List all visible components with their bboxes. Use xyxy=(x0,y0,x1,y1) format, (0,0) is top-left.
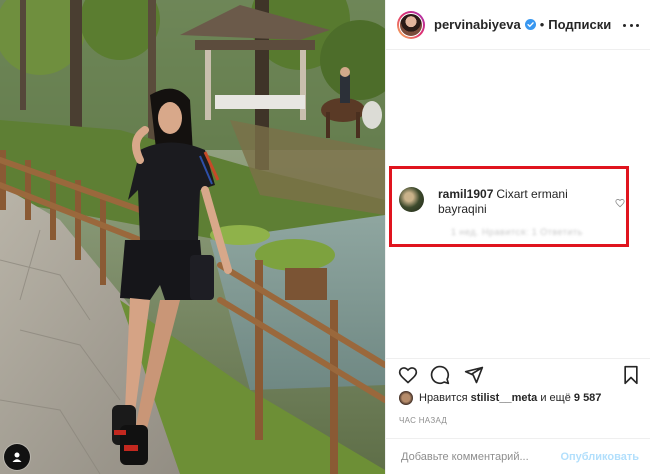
author-username[interactable]: pervinabiyeva xyxy=(434,17,521,32)
add-comment-bar: Опубликовать xyxy=(386,438,650,474)
comment-item: ramil1907 Cixart ermani bayraqini 1 нед. … xyxy=(399,187,635,237)
comment-meta: 1 нед. Нравится: 1 Ответить xyxy=(451,227,583,237)
comment-body: ramil1907 Cixart ermani bayraqini xyxy=(438,187,608,217)
likes-prefix: Нравится xyxy=(419,392,468,404)
post-comment-button[interactable]: Опубликовать xyxy=(560,451,639,463)
post-header: pervinabiyeva • Подписки xyxy=(386,0,650,50)
bookmark-icon[interactable] xyxy=(622,365,640,385)
post-photo-scene xyxy=(0,0,385,474)
action-bar xyxy=(386,358,650,390)
author-avatar-image xyxy=(399,12,423,37)
tagged-user-icon[interactable] xyxy=(4,444,30,470)
post-timestamp[interactable]: ЧАС НАЗАД xyxy=(399,416,447,425)
verified-icon xyxy=(524,19,536,30)
comment-input[interactable] xyxy=(399,449,561,464)
comments-list: ramil1907 Cixart ermani bayraqini 1 нед. … xyxy=(386,50,650,350)
likes-count[interactable]: 9 587 xyxy=(574,392,602,404)
post-photo[interactable] xyxy=(0,0,385,474)
comment-icon[interactable] xyxy=(430,365,450,385)
following-button[interactable]: Подписки xyxy=(548,17,611,32)
more-icon[interactable] xyxy=(623,18,639,32)
commenter-avatar[interactable] xyxy=(399,187,424,212)
heart-icon[interactable] xyxy=(398,365,418,385)
comment-heart-icon[interactable] xyxy=(615,195,625,213)
post-sidebar: pervinabiyeva • Подписки ramil1907 Cixart… xyxy=(385,0,650,474)
likes-summary: Нравится stilist__meta и ещё 9 587 xyxy=(399,391,601,405)
header-separator: • xyxy=(539,17,545,32)
author-avatar[interactable] xyxy=(397,10,425,39)
share-icon[interactable] xyxy=(464,365,484,385)
commenter-username[interactable]: ramil1907 xyxy=(438,187,493,201)
liker-username[interactable]: stilist__meta xyxy=(471,392,538,404)
liker-avatar[interactable] xyxy=(399,391,413,405)
likes-middle: и ещё xyxy=(540,392,571,404)
